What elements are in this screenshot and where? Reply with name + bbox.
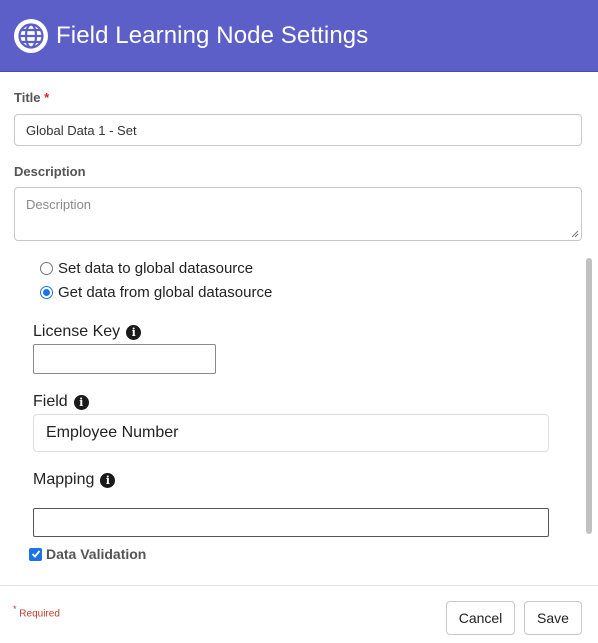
title-label: Title * bbox=[14, 90, 49, 105]
radio-set-global-label: Set data to global datasource bbox=[58, 260, 254, 277]
radio-set-global[interactable]: Set data to global datasource bbox=[40, 260, 253, 277]
license-key-label-text: License Key bbox=[33, 323, 121, 340]
settings-dialog: Field Learning Node Settings Title * Glo… bbox=[0, 0, 598, 643]
required-note-mark: * bbox=[13, 604, 17, 614]
radio-get-global[interactable]: Get data from global datasource bbox=[40, 284, 272, 301]
dialog-title: Field Learning Node Settings bbox=[56, 21, 369, 49]
description-placeholder: Description bbox=[26, 197, 92, 212]
info-icon[interactable]: i bbox=[100, 472, 116, 488]
radio-get-global-label: Get data from global datasource bbox=[58, 284, 273, 301]
info-icon[interactable]: i bbox=[73, 394, 89, 410]
title-input[interactable]: Global Data 1 - Set bbox=[14, 114, 582, 146]
save-button[interactable]: Save bbox=[524, 601, 582, 635]
mapping-input[interactable] bbox=[33, 508, 549, 537]
license-key-label: License Key i bbox=[33, 323, 142, 341]
mapping-label-text: Mapping bbox=[33, 471, 95, 488]
field-label-text: Field bbox=[33, 393, 68, 410]
required-note-text: Required bbox=[19, 608, 60, 620]
info-icon[interactable]: i bbox=[126, 324, 142, 340]
required-mark: * bbox=[44, 90, 50, 105]
checkmark-icon bbox=[31, 550, 40, 558]
data-validation-checkbox-row[interactable]: Data Validation bbox=[29, 546, 146, 562]
radio-button-unchecked[interactable] bbox=[40, 262, 53, 275]
description-textarea[interactable]: Description bbox=[14, 187, 582, 241]
scrollbar-thumb[interactable] bbox=[586, 258, 592, 534]
cancel-button[interactable]: Cancel bbox=[446, 601, 515, 635]
globe-icon bbox=[14, 18, 48, 53]
mapping-label: Mapping i bbox=[33, 471, 116, 489]
title-label-text: Title bbox=[14, 90, 41, 105]
radio-button-checked[interactable] bbox=[40, 286, 53, 299]
license-key-input[interactable] bbox=[33, 344, 216, 374]
field-label: Field i bbox=[33, 393, 89, 411]
checkbox-checked[interactable] bbox=[29, 547, 42, 561]
resize-handle-icon[interactable] bbox=[571, 230, 579, 238]
field-select[interactable]: Employee Number bbox=[33, 414, 549, 452]
scrollbar[interactable] bbox=[584, 256, 594, 536]
footer-divider bbox=[0, 585, 598, 586]
data-validation-label: Data Validation bbox=[46, 546, 147, 562]
field-select-value: Employee Number bbox=[46, 424, 179, 441]
description-label: Description bbox=[14, 164, 86, 179]
required-note: * Required bbox=[13, 604, 60, 619]
dialog-header: Field Learning Node Settings bbox=[0, 0, 598, 72]
title-input-value: Global Data 1 - Set bbox=[26, 122, 137, 138]
